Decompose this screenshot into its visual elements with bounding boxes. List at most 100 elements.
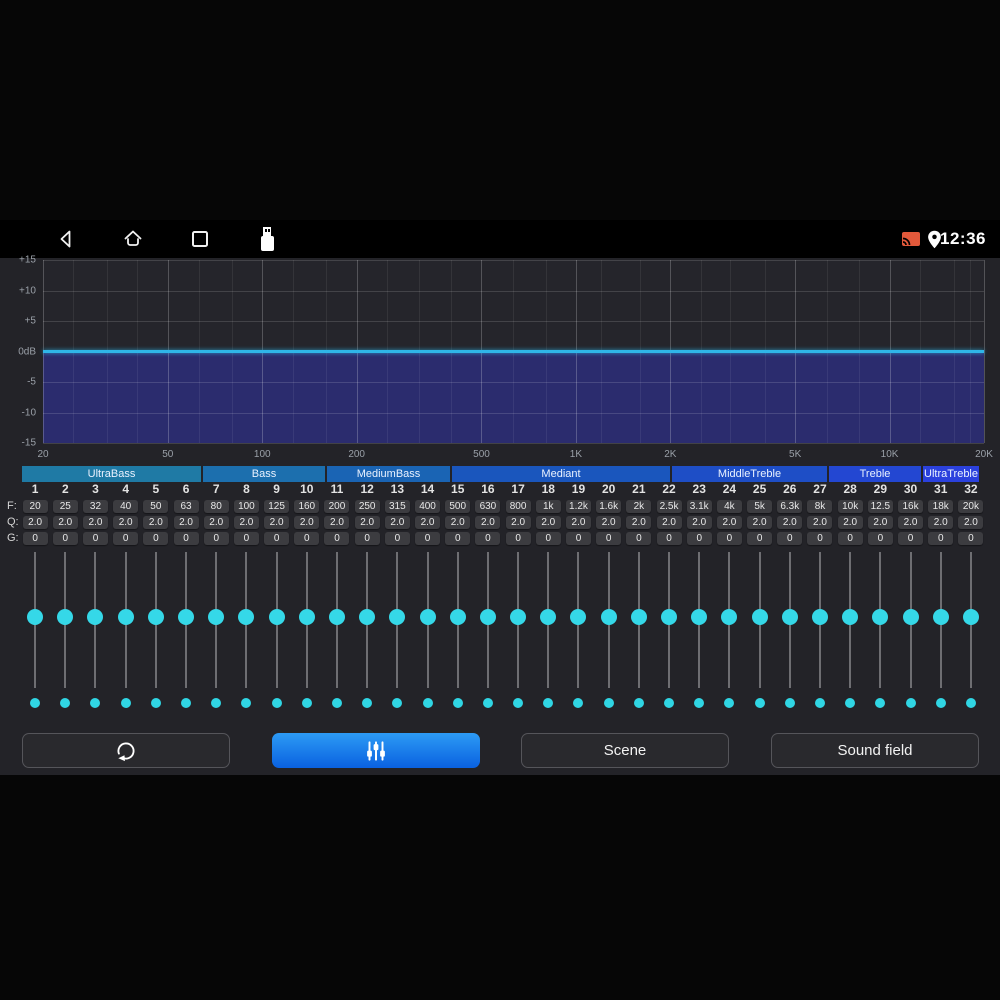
slider-thumb[interactable] xyxy=(87,609,104,625)
gain-value-chip[interactable]: 0 xyxy=(837,532,863,545)
gain-slider[interactable] xyxy=(563,550,593,696)
frequency-value-chip[interactable]: 500 xyxy=(445,500,471,513)
frequency-value-chip[interactable]: 315 xyxy=(384,500,410,513)
gain-value-chip[interactable]: 0 xyxy=(22,532,48,545)
gain-value-chip[interactable]: 0 xyxy=(173,532,199,545)
gain-value-chip[interactable]: 0 xyxy=(656,532,682,545)
gain-value-chip[interactable]: 0 xyxy=(535,532,561,545)
gain-slider[interactable] xyxy=(50,550,80,696)
gain-value-chip[interactable]: 0 xyxy=(354,532,380,545)
slider-thumb[interactable] xyxy=(178,609,195,625)
q-value-chip[interactable]: 2.0 xyxy=(565,516,591,529)
gain-value-chip[interactable]: 0 xyxy=(415,532,441,545)
gain-value-chip[interactable]: 0 xyxy=(264,532,290,545)
frequency-value-chip[interactable]: 3.1k xyxy=(686,500,712,513)
slider-thumb[interactable] xyxy=(359,609,376,625)
frequency-value-chip[interactable]: 1.6k xyxy=(596,500,622,513)
q-value-chip[interactable]: 2.0 xyxy=(686,516,712,529)
q-value-chip[interactable]: 2.0 xyxy=(626,516,652,529)
q-value-chip[interactable]: 2.0 xyxy=(928,516,954,529)
slider-thumb[interactable] xyxy=(117,609,134,625)
gain-slider[interactable] xyxy=(141,550,171,696)
q-value-chip[interactable]: 2.0 xyxy=(143,516,169,529)
q-value-chip[interactable]: 2.0 xyxy=(22,516,48,529)
q-value-chip[interactable]: 2.0 xyxy=(233,516,259,529)
slider-thumb[interactable] xyxy=(540,609,557,625)
q-value-chip[interactable]: 2.0 xyxy=(113,516,139,529)
gain-value-chip[interactable]: 0 xyxy=(747,532,773,545)
slider-thumb[interactable] xyxy=(630,609,647,625)
frequency-value-chip[interactable]: 16k xyxy=(898,500,924,513)
slider-thumb[interactable] xyxy=(419,609,436,625)
q-value-chip[interactable]: 2.0 xyxy=(384,516,410,529)
gain-slider[interactable] xyxy=(745,550,775,696)
q-value-chip[interactable]: 2.0 xyxy=(475,516,501,529)
q-value-chip[interactable]: 2.0 xyxy=(716,516,742,529)
reset-button[interactable] xyxy=(22,733,230,768)
slider-thumb[interactable] xyxy=(570,609,587,625)
frequency-value-chip[interactable]: 800 xyxy=(505,500,531,513)
gain-slider[interactable] xyxy=(956,550,986,696)
gain-value-chip[interactable]: 0 xyxy=(82,532,108,545)
gain-slider[interactable] xyxy=(80,550,110,696)
gain-slider[interactable] xyxy=(111,550,141,696)
frequency-value-chip[interactable]: 5k xyxy=(747,500,773,513)
gain-value-chip[interactable]: 0 xyxy=(958,532,984,545)
slider-thumb[interactable] xyxy=(479,609,496,625)
frequency-value-chip[interactable]: 25 xyxy=(52,500,78,513)
slider-thumb[interactable] xyxy=(238,609,255,625)
q-value-chip[interactable]: 2.0 xyxy=(898,516,924,529)
gain-slider[interactable] xyxy=(926,550,956,696)
q-value-chip[interactable]: 2.0 xyxy=(747,516,773,529)
q-value-chip[interactable]: 2.0 xyxy=(596,516,622,529)
recents-button[interactable] xyxy=(188,220,212,258)
frequency-value-chip[interactable]: 1.2k xyxy=(565,500,591,513)
gain-value-chip[interactable]: 0 xyxy=(203,532,229,545)
gain-slider[interactable] xyxy=(503,550,533,696)
slider-thumb[interactable] xyxy=(932,609,949,625)
gain-slider[interactable] xyxy=(594,550,624,696)
gain-value-chip[interactable]: 0 xyxy=(294,532,320,545)
frequency-value-chip[interactable]: 8k xyxy=(807,500,833,513)
gain-value-chip[interactable]: 0 xyxy=(475,532,501,545)
gain-slider[interactable] xyxy=(20,550,50,696)
q-value-chip[interactable]: 2.0 xyxy=(324,516,350,529)
slider-thumb[interactable] xyxy=(268,609,285,625)
frequency-value-chip[interactable]: 2k xyxy=(626,500,652,513)
gain-slider[interactable] xyxy=(473,550,503,696)
slider-thumb[interactable] xyxy=(600,609,617,625)
slider-thumb[interactable] xyxy=(721,609,738,625)
gain-slider[interactable] xyxy=(895,550,925,696)
q-value-chip[interactable]: 2.0 xyxy=(777,516,803,529)
frequency-value-chip[interactable]: 100 xyxy=(233,500,259,513)
frequency-value-chip[interactable]: 12.5 xyxy=(867,500,893,513)
slider-thumb[interactable] xyxy=(872,609,889,625)
gain-slider[interactable] xyxy=(382,550,412,696)
q-value-chip[interactable]: 2.0 xyxy=(535,516,561,529)
frequency-value-chip[interactable]: 80 xyxy=(203,500,229,513)
frequency-value-chip[interactable]: 160 xyxy=(294,500,320,513)
home-button[interactable] xyxy=(120,220,146,258)
gain-value-chip[interactable]: 0 xyxy=(113,532,139,545)
frequency-value-chip[interactable]: 400 xyxy=(415,500,441,513)
gain-value-chip[interactable]: 0 xyxy=(384,532,410,545)
q-value-chip[interactable]: 2.0 xyxy=(173,516,199,529)
gain-slider[interactable] xyxy=(171,550,201,696)
gain-value-chip[interactable]: 0 xyxy=(716,532,742,545)
q-value-chip[interactable]: 2.0 xyxy=(415,516,441,529)
gain-slider[interactable] xyxy=(654,550,684,696)
frequency-value-chip[interactable]: 50 xyxy=(143,500,169,513)
frequency-value-chip[interactable]: 200 xyxy=(324,500,350,513)
gain-slider[interactable] xyxy=(624,550,654,696)
q-value-chip[interactable]: 2.0 xyxy=(294,516,320,529)
gain-value-chip[interactable]: 0 xyxy=(324,532,350,545)
gain-slider[interactable] xyxy=(231,550,261,696)
slider-thumb[interactable] xyxy=(811,609,828,625)
frequency-value-chip[interactable]: 2.5k xyxy=(656,500,682,513)
slider-thumb[interactable] xyxy=(510,609,527,625)
back-button[interactable] xyxy=(54,220,78,258)
gain-value-chip[interactable]: 0 xyxy=(505,532,531,545)
gain-slider[interactable] xyxy=(412,550,442,696)
gain-value-chip[interactable]: 0 xyxy=(867,532,893,545)
frequency-value-chip[interactable]: 250 xyxy=(354,500,380,513)
